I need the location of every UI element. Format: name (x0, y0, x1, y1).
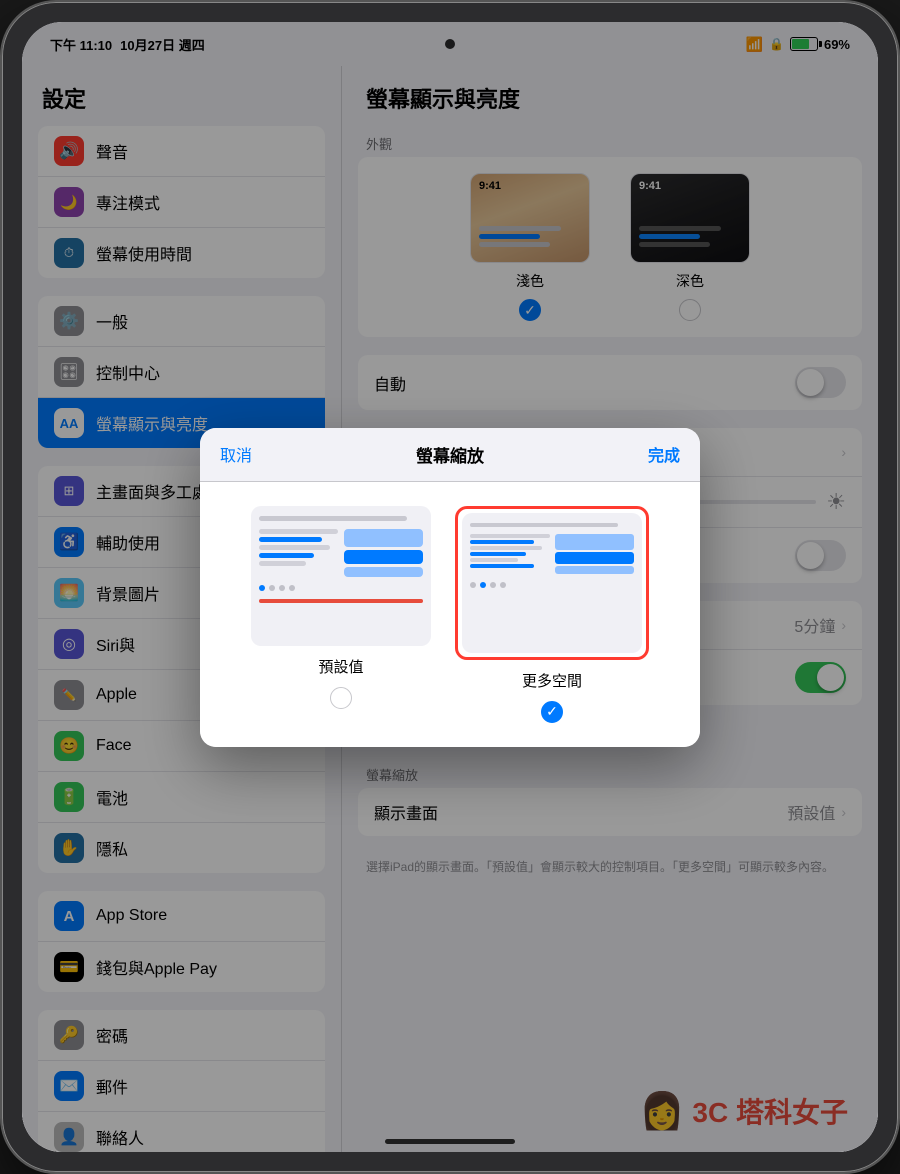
modal-title: 螢幕縮放 (416, 442, 484, 467)
modal-cancel-button[interactable]: 取消 (220, 442, 252, 466)
zoom-option-default[interactable]: 預設值 (251, 506, 431, 723)
modal-body: 預設值 (200, 482, 700, 747)
modal-done-button[interactable]: 完成 (648, 442, 680, 466)
device-screen: 下午 11:10 10月27日 週四 📶 🔒 69% 設定 (22, 22, 878, 1152)
zoom-dots-default (259, 585, 423, 591)
modal-header: 取消 螢幕縮放 完成 (200, 428, 700, 482)
zoom-more-space-label: 更多空間 (522, 670, 582, 691)
zoom-option-more-space[interactable]: 更多空間 ✓ (455, 506, 649, 723)
modal-dialog: 取消 螢幕縮放 完成 (200, 428, 700, 747)
zoom-preview-default-content (251, 506, 431, 613)
zoom-dots-more (470, 582, 634, 588)
device-frame: 下午 11:10 10月27日 週四 📶 🔒 69% 設定 (0, 0, 900, 1174)
zoom-preview-default (251, 506, 431, 646)
zoom-default-label: 預設值 (318, 656, 363, 677)
zoom-preview-more-space (462, 513, 642, 653)
zoom-more-space-radio[interactable]: ✓ (541, 701, 563, 723)
zoom-default-radio[interactable] (330, 687, 352, 709)
zoom-preview-more-space-content (462, 513, 642, 598)
modal-overlay[interactable]: 取消 螢幕縮放 完成 (22, 22, 878, 1152)
